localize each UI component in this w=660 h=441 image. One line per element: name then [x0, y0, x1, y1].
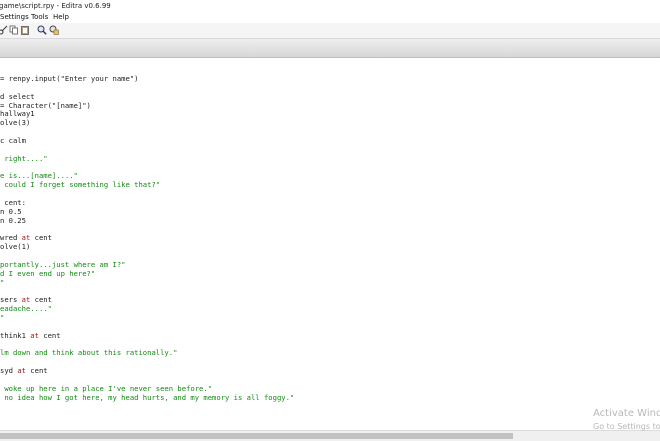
code-text: cent	[25, 366, 48, 376]
code-text: c calm	[0, 135, 26, 145]
code-line[interactable]: cent:	[0, 198, 26, 207]
paste-icon[interactable]	[20, 25, 30, 35]
code-text: cent	[38, 330, 61, 340]
code-line[interactable]: lm down and think about this rationally.…	[0, 348, 177, 357]
code-editor[interactable]: = renpy.input("Enter your name") d select…	[0, 58, 660, 430]
horizontal-scrollbar[interactable]	[0, 430, 660, 441]
code-text: = renpy.input("Enter your name")	[0, 74, 139, 83]
code-line[interactable]: sers at cent	[0, 295, 52, 304]
tab-strip	[0, 39, 660, 58]
toolbar	[0, 23, 660, 39]
code-text: cent	[30, 233, 52, 243]
code-line[interactable]: n 0.5	[0, 207, 22, 216]
activate-windows-hint: Go to Settings to a	[593, 422, 660, 431]
code-text: wred	[0, 233, 22, 243]
string-literal: lm down and think about this rationally.…	[0, 348, 178, 358]
keyword-at: at	[17, 366, 26, 376]
code-line[interactable]: syd at cent	[0, 366, 48, 375]
code-line[interactable]: hallway1	[0, 109, 35, 118]
string-literal: "	[0, 312, 5, 322]
keyword-at: at	[30, 330, 39, 340]
code-line[interactable]: d I even end up here?"	[0, 269, 95, 278]
scrollbar-thumb[interactable]	[0, 433, 513, 439]
keyword-at: at	[21, 233, 31, 243]
code-line[interactable]: n 0.25	[0, 216, 26, 225]
code-text: think1	[0, 330, 31, 340]
code-line[interactable]: right...."	[0, 153, 48, 163]
copy-icon[interactable]	[9, 25, 19, 35]
code-line[interactable]: wred at cent	[0, 233, 52, 242]
find-icon[interactable]	[37, 25, 47, 35]
menu-help[interactable]: Help	[53, 12, 69, 23]
code-text: olve(1)	[0, 242, 31, 252]
keyword-at: at	[21, 295, 31, 305]
code-line[interactable]: woke up here in a place I've never seen …	[0, 384, 212, 393]
code-text: syd	[0, 366, 18, 376]
string-literal: right...."	[0, 153, 48, 163]
code-line[interactable]: no idea how I got here, my head hurts, a…	[0, 393, 294, 402]
code-line[interactable]: could I forget something like that?"	[0, 180, 160, 189]
code-line[interactable]: = renpy.input("Enter your name")	[0, 74, 138, 83]
menu-settings[interactable]: Settings	[0, 12, 29, 23]
string-literal: could I forget something like that?"	[0, 180, 161, 190]
code-line[interactable]: think1 at cent	[0, 331, 61, 340]
window-title: game\script.rpy - Editra v0.6.99	[0, 2, 111, 10]
string-literal: "	[0, 277, 5, 287]
code-line[interactable]: e is...[name]...."	[0, 171, 78, 180]
code-text: d select	[0, 91, 35, 101]
code-text: olve(3)	[0, 118, 31, 128]
string-literal: eadache...."	[0, 304, 52, 314]
cut-icon[interactable]	[0, 25, 8, 35]
code-line[interactable]: olve(1)	[0, 242, 30, 251]
code-line[interactable]: portantly...just where am I?"	[0, 260, 126, 269]
title-bar: game\script.rpy - Editra v0.6.99	[0, 0, 660, 12]
activate-windows-watermark: Activate Wind	[593, 408, 660, 419]
code-text: sers	[0, 295, 22, 305]
string-literal: woke up here in a place I've never seen …	[0, 383, 213, 393]
code-text: hallway1	[0, 109, 35, 119]
code-text: cent:	[0, 197, 26, 207]
code-line[interactable]: olve(3)	[0, 118, 30, 127]
code-line[interactable]: "	[0, 278, 4, 287]
code-text: n 0.25	[0, 215, 26, 225]
menu-tools[interactable]: Tools	[31, 12, 48, 23]
code-line[interactable]: "	[0, 313, 4, 322]
code-text: cent	[30, 295, 52, 305]
menu-bar: Settings Tools Help	[0, 12, 660, 23]
code-text: = Character("[name]")	[0, 100, 91, 110]
replace-icon[interactable]	[49, 25, 59, 35]
string-literal: no idea how I got here, my head hurts, a…	[0, 392, 295, 402]
string-literal: portantly...just where am I?"	[0, 259, 126, 269]
string-literal: d I even end up here?"	[0, 268, 96, 278]
code-line[interactable]: eadache...."	[0, 304, 52, 313]
code-text: n 0.5	[0, 206, 22, 216]
code-line[interactable]: d select	[0, 92, 35, 101]
code-line[interactable]: c calm	[0, 136, 26, 145]
string-literal: e is...[name]...."	[0, 171, 78, 181]
code-line[interactable]: = Character("[name]")	[0, 101, 91, 110]
